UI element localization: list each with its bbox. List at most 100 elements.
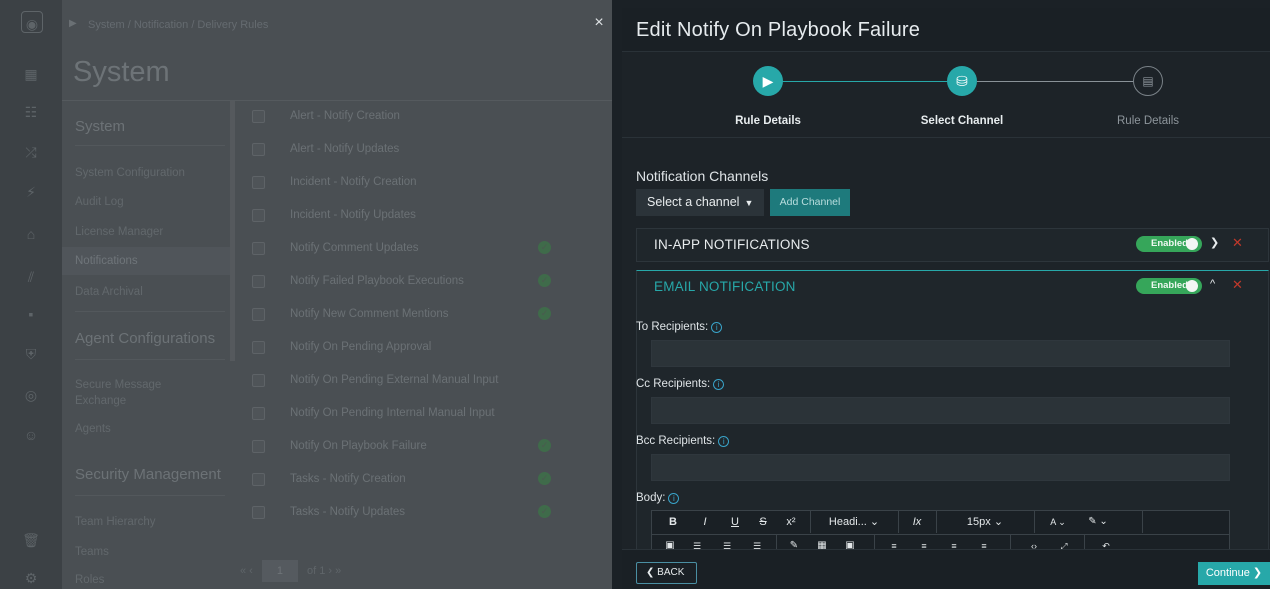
continue-button[interactable]: Continue ❯ — [1198, 562, 1270, 585]
sidebar-toggle-icon[interactable]: ▶ — [69, 18, 77, 29]
bold-button[interactable]: B — [660, 511, 686, 533]
rule-row[interactable]: Notify New Comment Mentions ✓ — [240, 299, 612, 332]
target-icon[interactable]: ◎ — [19, 383, 43, 407]
indent-icon[interactable]: ☰ — [744, 535, 770, 549]
rule-checkbox[interactable] — [252, 506, 265, 519]
align-right-icon[interactable]: ≡ — [942, 535, 966, 549]
nav-item-license-manager[interactable]: License Manager — [75, 224, 163, 240]
nav-item-agents[interactable]: Agents — [75, 421, 111, 437]
rule-label[interactable]: Alert - Notify Updates — [290, 143, 399, 155]
rule-row[interactable]: Incident - Notify Creation — [240, 167, 612, 200]
rule-label[interactable]: Notify On Pending External Manual Input — [290, 374, 498, 386]
info-icon[interactable]: i — [713, 379, 725, 390]
remove-icon[interactable]: ✕ — [1232, 277, 1243, 293]
chevron-down-icon[interactable]: ❯ — [1210, 236, 1219, 249]
rule-label[interactable]: Incident - Notify Updates — [290, 209, 416, 221]
database-icon[interactable]: ⛁ — [947, 66, 977, 96]
rule-checkbox[interactable] — [252, 308, 265, 321]
rule-row[interactable]: Notify On Pending External Manual Input — [240, 365, 612, 398]
dashboard-icon[interactable]: ▦ — [19, 62, 43, 86]
nav-item-notifications[interactable]: Notifications — [62, 247, 230, 275]
users-icon[interactable]: ☷ — [19, 100, 43, 124]
media-icon[interactable]: ▣ — [838, 535, 862, 549]
rule-checkbox[interactable] — [252, 110, 265, 123]
shuffle-icon[interactable]: ⤮ — [19, 140, 43, 164]
nav-item-data-archival[interactable]: Data Archival — [75, 284, 143, 300]
shield-icon[interactable]: ⛨ — [19, 342, 43, 366]
rule-row[interactable]: Tasks - Notify Updates ✓ — [240, 497, 612, 530]
info-icon[interactable]: i — [668, 493, 680, 504]
heading-dropdown[interactable]: Headi... ⌄ — [818, 511, 890, 533]
paint-icon[interactable]: ✎ — [782, 535, 806, 549]
step-label-2[interactable]: Select Channel — [882, 115, 1042, 127]
rule-checkbox[interactable] — [252, 407, 265, 420]
rule-label[interactable]: Notify On Pending Internal Manual Input — [290, 407, 495, 419]
nav-item-team-hierarchy[interactable]: Team Hierarchy — [75, 514, 156, 530]
select-channel-dropdown[interactable]: Select a channel ▼ — [636, 189, 764, 216]
rule-checkbox[interactable] — [252, 473, 265, 486]
info-icon[interactable]: i — [711, 322, 723, 333]
rule-label[interactable]: Tasks - Notify Creation — [290, 473, 406, 485]
rule-label[interactable]: Incident - Notify Creation — [290, 176, 417, 188]
nav-item-secure-message-exchange[interactable]: Secure Message Exchange — [75, 377, 195, 409]
rule-label[interactable]: Tasks - Notify Updates — [290, 506, 405, 518]
undo-icon[interactable]: ↶ — [1092, 535, 1120, 549]
rule-row[interactable]: Tasks - Notify Creation ✓ — [240, 464, 612, 497]
pager-page[interactable]: 1 — [261, 560, 298, 582]
rule-checkbox[interactable] — [252, 275, 265, 288]
nav-item-teams[interactable]: Teams — [75, 544, 109, 560]
to-recipients-input[interactable] — [651, 340, 1230, 367]
play-icon[interactable]: ▶ — [753, 66, 783, 96]
enabled-toggle[interactable]: Enabled — [1136, 236, 1202, 252]
rule-label[interactable]: Notify New Comment Mentions — [290, 308, 449, 320]
bcc-recipients-input[interactable] — [651, 454, 1230, 481]
strikethrough-button[interactable]: S — [750, 511, 776, 533]
rule-checkbox[interactable] — [252, 374, 265, 387]
code-icon[interactable]: ‹› — [1020, 535, 1048, 549]
italic-button[interactable]: I — [692, 511, 718, 533]
nav-item-roles[interactable]: Roles — [75, 572, 104, 588]
fullscreen-icon[interactable]: ⤢ — [1050, 535, 1078, 549]
rule-checkbox[interactable] — [252, 143, 265, 156]
chart-icon[interactable]: ⫽ — [19, 265, 43, 289]
ordered-list-icon[interactable]: ☰ — [714, 535, 740, 549]
rule-checkbox[interactable] — [252, 176, 265, 189]
rule-row[interactable]: Notify Comment Updates ✓ — [240, 233, 612, 266]
bank-icon[interactable]: ⌂ — [19, 222, 43, 246]
rule-row[interactable]: Notify On Pending Approval — [240, 332, 612, 365]
close-icon[interactable]: × — [588, 12, 610, 34]
step-label-1[interactable]: Rule Details — [688, 115, 848, 127]
rule-label[interactable]: Notify On Playbook Failure — [290, 440, 427, 452]
bolt-icon[interactable]: ⚡ — [19, 180, 43, 204]
font-size-dropdown[interactable]: 15px ⌄ — [944, 511, 1026, 533]
apps-icon[interactable]: ▪ — [19, 302, 43, 326]
superscript-button[interactable]: x² — [778, 511, 804, 533]
align-left-icon[interactable]: ≡ — [882, 535, 906, 549]
rule-label[interactable]: Alert - Notify Creation — [290, 110, 400, 122]
rule-row[interactable]: Alert - Notify Creation — [240, 101, 612, 134]
rule-label[interactable]: Notify Comment Updates — [290, 242, 418, 254]
image-icon[interactable]: ▣ — [660, 535, 680, 549]
trash-icon[interactable]: 🗑 — [19, 528, 43, 552]
list-icon[interactable]: ☰ — [684, 535, 710, 549]
pager-next[interactable]: › » — [328, 565, 341, 577]
rule-row[interactable]: Notify Failed Playbook Executions ✓ — [240, 266, 612, 299]
rule-row[interactable]: Notify On Pending Internal Manual Input — [240, 398, 612, 431]
panel-header[interactable]: EMAIL NOTIFICATION Enabled ^ ✕ — [637, 271, 1268, 301]
chevron-up-icon[interactable]: ^ — [1210, 278, 1215, 290]
panel-header[interactable]: IN-APP NOTIFICATIONS Enabled ❯ ✕ — [637, 229, 1268, 259]
font-color-button[interactable]: A ⌄ — [1040, 511, 1076, 533]
rule-label[interactable]: Notify Failed Playbook Executions — [290, 275, 464, 287]
info-icon[interactable]: i — [718, 436, 730, 447]
underline-button[interactable]: U — [722, 511, 748, 533]
table-icon[interactable]: ▦ — [810, 535, 834, 549]
clear-format-button[interactable]: Ix — [904, 511, 930, 533]
rule-checkbox[interactable] — [252, 341, 265, 354]
cc-recipients-input[interactable] — [651, 397, 1230, 424]
rule-label[interactable]: Notify On Pending Approval — [290, 341, 431, 353]
align-justify-icon[interactable]: ≡ — [972, 535, 996, 549]
rule-row[interactable]: Notify On Playbook Failure ✓ — [240, 431, 612, 464]
settings-icon[interactable]: ⚙ — [19, 566, 43, 589]
add-channel-button[interactable]: Add Channel — [770, 189, 850, 216]
rule-checkbox[interactable] — [252, 440, 265, 453]
